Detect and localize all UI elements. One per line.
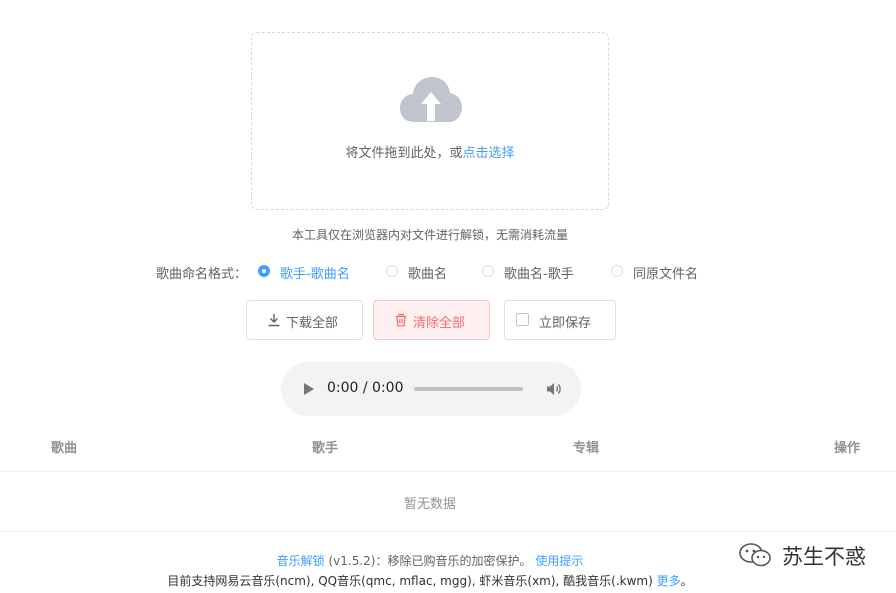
footer-line-1: 音乐解锁 (v1.5.2)：移除已购音乐的加密保护。 使用提示: [0, 552, 860, 569]
column-header-artist: 歌手: [312, 441, 339, 456]
trash-icon: [395, 313, 407, 327]
play-icon[interactable]: [303, 382, 315, 396]
save-now-checkbox[interactable]: [516, 313, 529, 326]
upload-hint: 将文件拖到此处，或点击选择: [252, 142, 608, 161]
watermark-text: 苏生不惑: [782, 545, 866, 569]
app-link[interactable]: 音乐解锁: [277, 554, 325, 568]
save-now-label: 立即保存: [539, 316, 592, 331]
support-text: 目前支持网易云音乐(ncm), QQ音乐(qmc, mflac, mgg), 虾…: [167, 574, 657, 588]
footer-line-2: 目前支持网易云音乐(ncm), QQ音乐(qmc, mflac, mgg), 虾…: [0, 572, 860, 589]
download-all-label: 下载全部: [286, 316, 339, 331]
radio-circle: [386, 265, 398, 277]
table-bottom-divider: [0, 531, 896, 532]
download-icon: [268, 314, 280, 327]
radio-label: 歌曲名: [408, 267, 448, 282]
radio-circle: [482, 265, 494, 277]
radio-label: 歌手-歌曲名: [280, 267, 350, 282]
radio-circle: [611, 265, 623, 277]
cloud-upload-icon: [400, 77, 462, 122]
audio-player: 0:00 / 0:00: [281, 362, 581, 416]
radio-label: 歌曲名-歌手: [504, 267, 574, 282]
upload-hint-text: 将文件拖到此处，或: [345, 146, 463, 161]
wechat-icon: [739, 543, 771, 567]
table-empty-text: 暂无数据: [403, 497, 456, 512]
upload-dropzone[interactable]: 将文件拖到此处，或点击选择: [251, 32, 609, 210]
column-header-song: 歌曲: [51, 441, 78, 456]
more-link[interactable]: 更多: [657, 574, 681, 588]
radio-circle: [258, 265, 270, 277]
volume-icon[interactable]: [545, 380, 563, 398]
table-header-divider: [0, 471, 896, 472]
help-link[interactable]: 使用提示: [535, 554, 583, 568]
naming-format-label: 歌曲命名格式：: [156, 267, 248, 282]
save-now-button[interactable]: 立即保存: [504, 300, 616, 340]
audio-time: 0:00 / 0:00: [327, 380, 404, 396]
clear-all-button[interactable]: 清除全部: [373, 300, 490, 340]
audio-progress-track[interactable]: [414, 387, 523, 391]
footer-period: 。: [680, 574, 693, 588]
clear-all-label: 清除全部: [413, 316, 466, 331]
version-desc: (v1.5.2)：移除已购音乐的加密保护。: [324, 554, 536, 568]
select-file-link[interactable]: 点击选择: [463, 146, 515, 161]
tool-tip: 本工具仅在浏览器内对文件进行解锁，无需消耗流量: [291, 228, 568, 242]
download-all-button[interactable]: 下载全部: [246, 300, 363, 340]
radio-label: 同原文件名: [633, 267, 699, 282]
column-header-actions: 操作: [834, 441, 861, 456]
column-header-album: 专辑: [573, 441, 600, 456]
